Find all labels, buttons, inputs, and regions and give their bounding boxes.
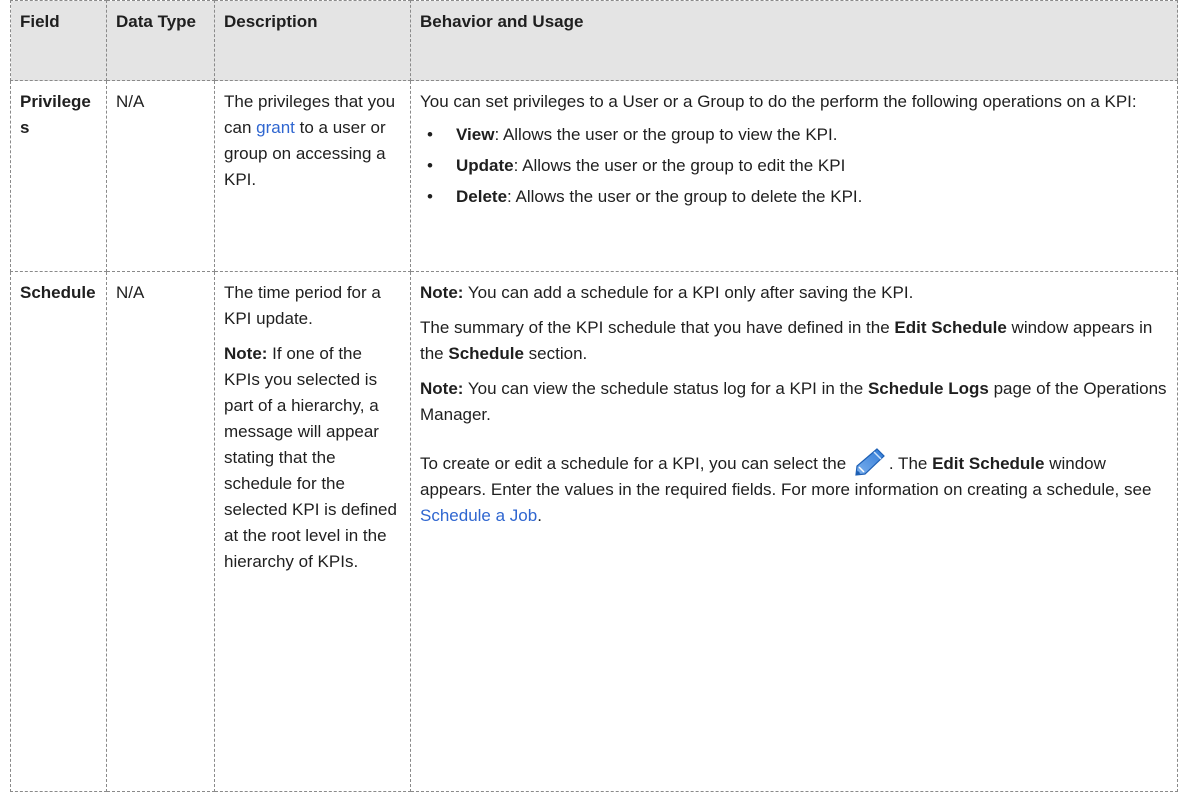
column-header-field: Field — [10, 0, 107, 81]
data-type-schedule: N/A — [106, 271, 215, 792]
column-header-data-type: Data Type — [106, 0, 215, 81]
edit-schedule-label: Edit Schedule — [932, 454, 1045, 473]
create-text: . — [537, 506, 542, 525]
note-text: If one of the KPIs you selected is part … — [224, 344, 397, 571]
schedule-note-1: Note: You can add a schedule for a KPI o… — [420, 280, 1168, 306]
list-item: View: Allows the user or the group to vi… — [427, 122, 1168, 148]
note-label: Note: — [420, 283, 464, 302]
kpi-fields-table: Field Data Type Description Behavior and… — [10, 0, 1178, 792]
operation-name: Delete — [456, 187, 508, 206]
schedule-a-job-link[interactable]: Schedule a Job — [420, 506, 537, 525]
schedule-note-2: Note: You can view the schedule status l… — [420, 376, 1168, 428]
schedule-create: To create or edit a schedule for a KPI, … — [420, 446, 1168, 529]
description-privileges: The privileges that you can grant to a u… — [214, 80, 411, 272]
data-type-privileges: N/A — [106, 80, 215, 272]
operation-name: View — [456, 125, 495, 144]
operation-name: Update — [456, 156, 514, 175]
schedule-desc-main: The time period for a KPI update. — [224, 283, 381, 328]
create-text: To create or edit a schedule for a KPI, … — [420, 454, 851, 473]
create-text: . The — [888, 454, 933, 473]
privileges-intro: You can set privileges to a User or a Gr… — [420, 92, 1137, 111]
column-header-description: Description — [214, 0, 411, 81]
summary-text: The summary of the KPI schedule that you… — [420, 318, 895, 337]
table-header-row: Field Data Type Description Behavior and… — [10, 0, 1178, 81]
field-name-schedule: Schedule — [10, 271, 107, 792]
operation-text: : Allows the user or the group to view t… — [494, 125, 838, 144]
operation-text: : Allows the user or the group to delete… — [507, 187, 863, 206]
behavior-privileges: You can set privileges to a User or a Gr… — [410, 80, 1178, 272]
field-name-privileges: Privileges — [10, 80, 107, 272]
schedule-summary: The summary of the KPI schedule that you… — [420, 315, 1168, 367]
note-label: Note: — [420, 379, 464, 398]
schedule-logs-label: Schedule Logs — [867, 379, 989, 398]
list-item: Update: Allows the user or the group to … — [427, 153, 1168, 179]
pencil-icon[interactable] — [852, 446, 888, 476]
operation-text: : Allows the user or the group to edit t… — [513, 156, 846, 175]
list-item: Delete: Allows the user or the group to … — [427, 184, 1168, 210]
summary-text: section. — [523, 344, 588, 363]
behavior-schedule: Note: You can add a schedule for a KPI o… — [410, 271, 1178, 792]
operations-list: View: Allows the user or the group to vi… — [420, 122, 1168, 210]
note-text: You can view the schedule status log for… — [463, 379, 868, 398]
schedule-label: Schedule — [448, 344, 524, 363]
edit-schedule-label: Edit Schedule — [894, 318, 1007, 337]
table-row: Schedule N/A The time period for a KPI u… — [10, 271, 1178, 792]
note-text: You can add a schedule for a KPI only af… — [463, 283, 914, 302]
column-header-behavior: Behavior and Usage — [410, 0, 1178, 81]
grant-link[interactable]: grant — [256, 118, 295, 137]
description-schedule: The time period for a KPI update. Note: … — [214, 271, 411, 792]
note-label: Note: — [224, 344, 268, 363]
table-row: Privileges N/A The privileges that you c… — [10, 80, 1178, 272]
schedule-desc-note: Note: If one of the KPIs you selected is… — [224, 341, 401, 575]
